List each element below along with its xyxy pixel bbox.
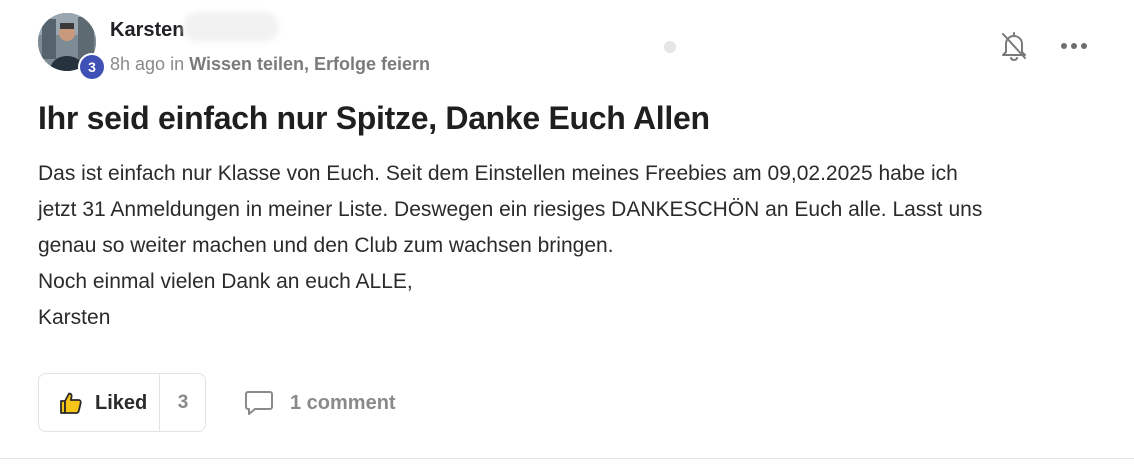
body-line: Das ist einfach nur Klasse von Euch. Sei… xyxy=(38,162,958,185)
like-control: Liked 3 xyxy=(38,373,206,432)
comment-label: 1 comment xyxy=(290,392,396,414)
like-label: Liked xyxy=(95,392,148,414)
body-line: Karsten xyxy=(38,306,111,329)
divider xyxy=(0,458,1134,459)
body-line: jetzt 31 Anmeldungen in meiner Liste. De… xyxy=(38,198,983,221)
author-name[interactable]: Karsten xyxy=(110,17,184,43)
meta-in: in xyxy=(170,54,185,74)
like-count[interactable]: 3 xyxy=(160,374,206,431)
comment-button[interactable]: 1 comment xyxy=(244,387,414,419)
bell-off-icon[interactable] xyxy=(1000,30,1028,62)
post-body: Das ist einfach nur Klasse von Euch. Sei… xyxy=(38,156,1118,336)
post-meta: 8h ago in Wissen teilen, Erfolge feiern xyxy=(110,53,430,75)
group-link[interactable]: Wissen teilen, Erfolge feiern xyxy=(189,54,430,74)
more-horizontal-icon[interactable] xyxy=(1059,38,1089,54)
decorative-dot xyxy=(664,41,676,53)
post-card: 3 Karsten 8h ago in Wissen teilen, Erfol… xyxy=(0,0,1134,459)
comment-icon xyxy=(244,389,274,417)
name-redaction xyxy=(183,12,279,42)
like-button[interactable]: Liked xyxy=(39,374,160,431)
author-avatar[interactable]: 3 xyxy=(38,13,106,81)
thumbs-up-icon xyxy=(59,391,83,415)
level-badge: 3 xyxy=(78,53,106,81)
post-time: 8h ago xyxy=(110,54,166,74)
post-title[interactable]: Ihr seid einfach nur Spitze, Danke Euch … xyxy=(38,96,710,140)
body-line: Noch einmal vielen Dank an euch ALLE, xyxy=(38,270,413,293)
body-line: genau so weiter machen und den Club zum … xyxy=(38,234,614,257)
